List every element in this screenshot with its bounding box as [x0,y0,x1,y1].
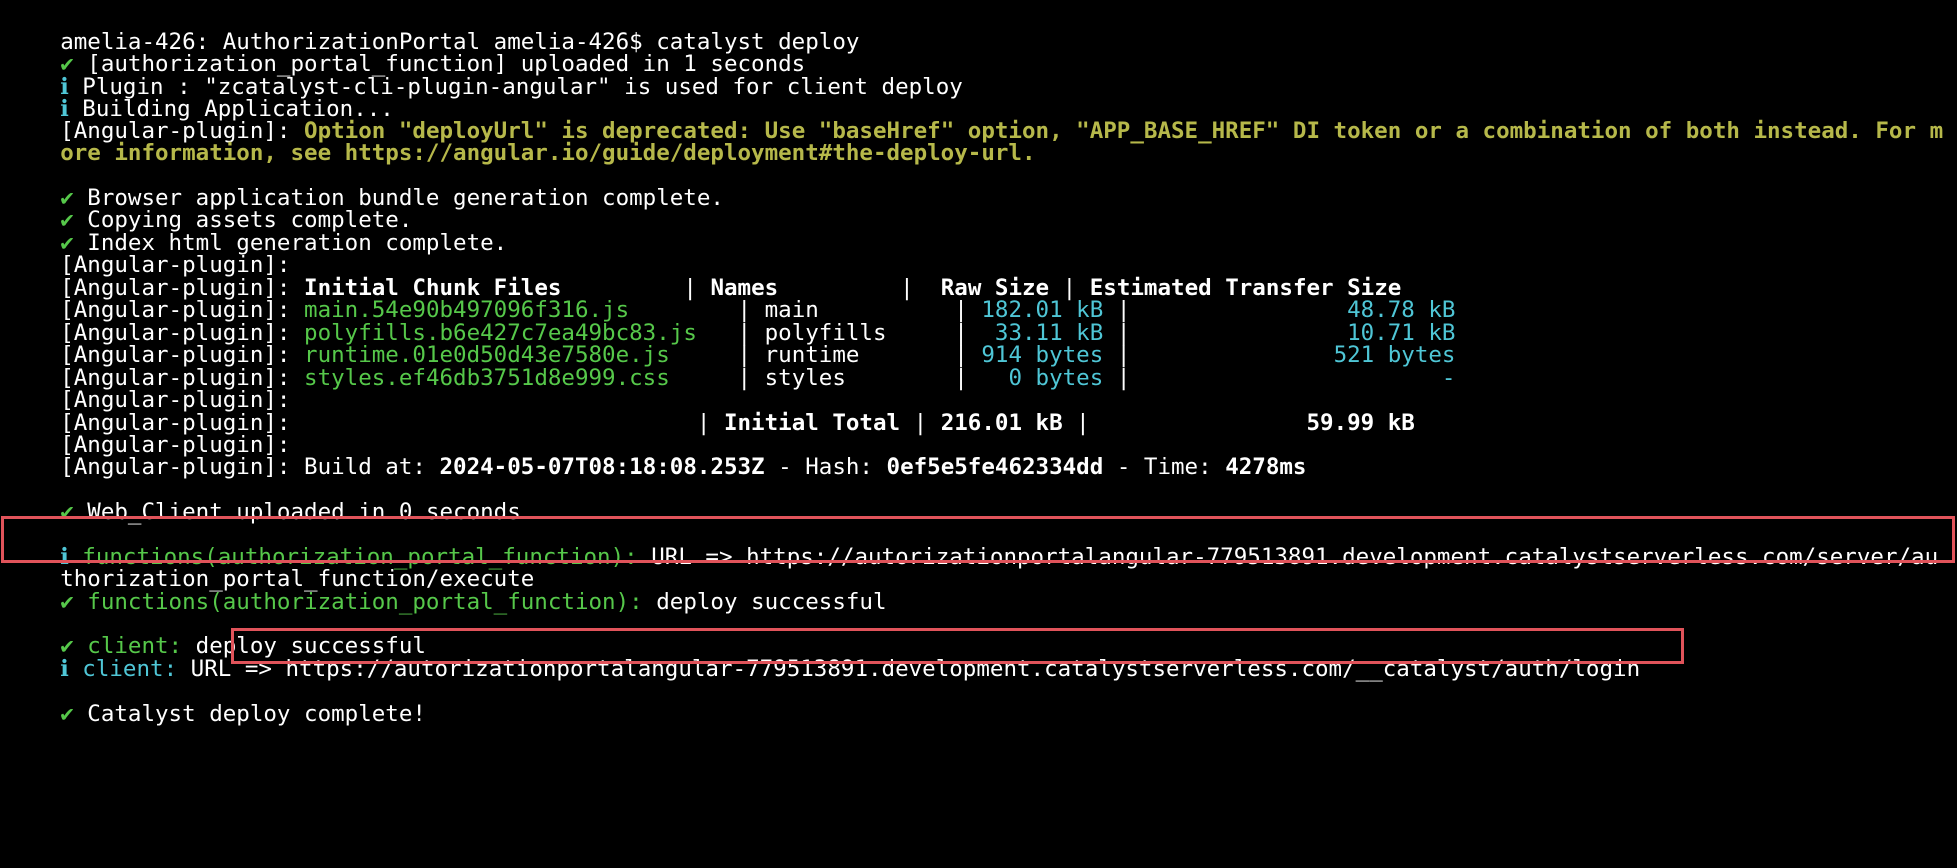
build-info-line: [Angular-plugin]: Build at: 2024-05-07T0… [6,425,1306,480]
output-line: ✔ Web_Client uploaded in 0 seconds [6,470,521,525]
client-login-url[interactable]: https://autorizationportalangular-779513… [286,656,1641,682]
time-label: - Time: [1103,454,1226,480]
terminal-window: amelia-426: AuthorizationPortal amelia-4… [0,0,1957,868]
checkmark-icon: ✔ [60,701,74,727]
build-time: 4278ms [1225,454,1307,480]
output-line: ✔ Catalyst deploy complete! [6,672,426,727]
output-line: ore information, see https://angular.io/… [6,111,1035,166]
output-line: ✔ functions(authorization_portal_functio… [6,560,886,615]
deploy-complete-text: Catalyst deploy complete! [73,701,426,727]
output-text: deploy successful [642,589,887,615]
hash-label: - Hash: [764,454,887,480]
client-url-line: ℹ client: URL => https://autorizationpor… [6,627,1640,682]
build-hash: 0ef5e5fe462334dd [886,454,1104,480]
